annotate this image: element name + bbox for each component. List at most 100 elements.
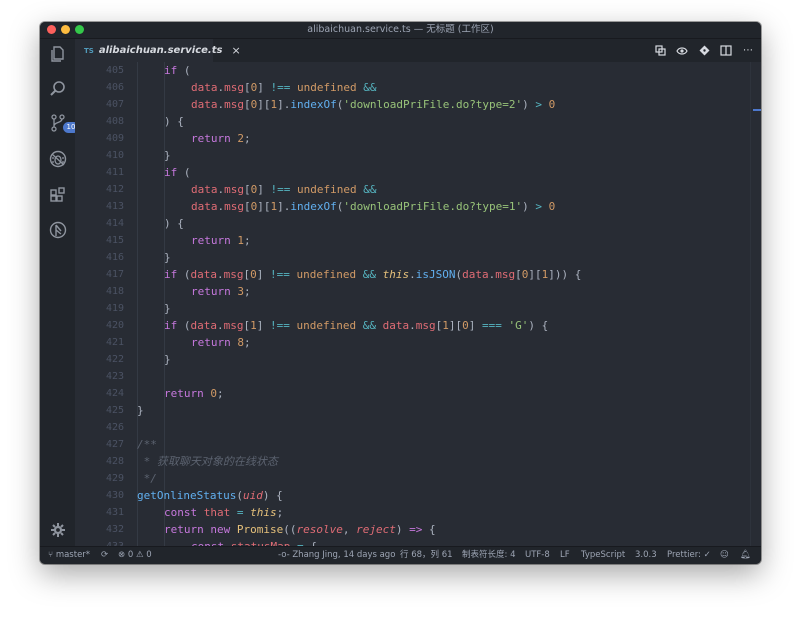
line-number: 405	[105, 65, 124, 76]
code-line-410: }	[164, 149, 171, 162]
gitlens-icon[interactable]	[48, 220, 68, 240]
code-line-418: return 3;	[191, 285, 251, 298]
line-number: 414	[105, 218, 124, 229]
preview-icon[interactable]	[675, 44, 689, 58]
line-number: 427	[105, 439, 124, 450]
problems-indicator[interactable]: ⊗ 0 ⚠ 0	[118, 547, 152, 564]
code-line-412: data.msg[0] !== undefined &&	[191, 183, 377, 196]
extensions-icon[interactable]	[48, 185, 68, 205]
code-line-419: }	[164, 302, 171, 315]
line-number: 428	[105, 456, 124, 467]
code-line-411: if (	[164, 166, 191, 179]
tab-size[interactable]: 制表符长度: 4	[462, 547, 515, 564]
more-icon[interactable]: ⋯	[741, 44, 755, 58]
tab-close-icon[interactable]: ×	[231, 44, 240, 57]
typescript-version[interactable]: 3.0.3	[635, 547, 657, 564]
blame-text: Zhang Jing, 14 days ago	[292, 550, 396, 560]
line-number: 418	[105, 286, 124, 297]
status-bar: ⑂ master* ⟳ ⊗ 0 ⚠ 0 -o- Zhang Jing, 14 d…	[40, 546, 761, 564]
language-mode[interactable]: TypeScript	[581, 547, 625, 564]
branch-indicator[interactable]: ⑂ master*	[48, 547, 90, 564]
line-number: 412	[105, 184, 124, 195]
line-number: 413	[105, 201, 124, 212]
branch-name: master*	[55, 550, 91, 560]
code-line-406: data.msg[0] !== undefined &&	[191, 81, 377, 94]
code-line-427: /**	[137, 438, 157, 451]
line-number: 409	[105, 133, 124, 144]
warning-icon: ⚠	[135, 550, 144, 560]
line-number: 425	[105, 405, 124, 416]
code-line-431: const that = this;	[164, 506, 284, 519]
editor-window: alibaichuan.service.ts — 无标题 (工作区) 10 TS…	[40, 22, 761, 564]
line-number: 417	[105, 269, 124, 280]
branch-icon: ⑂	[48, 550, 54, 560]
line-number: 416	[105, 252, 124, 263]
typescript-file-icon: TS	[84, 46, 94, 55]
code-line-430: getOnlineStatus(uid) {	[137, 489, 283, 502]
cursor-position[interactable]: 行 68，列 61	[400, 547, 453, 564]
encoding[interactable]: UTF-8	[525, 547, 550, 564]
search-icon[interactable]	[48, 79, 68, 99]
title-bar: alibaichuan.service.ts — 无标题 (工作区)	[40, 22, 761, 39]
code-line-428: * 获取聊天对象的在线状态	[137, 455, 278, 468]
line-number: 408	[105, 116, 124, 127]
line-number: 406	[105, 82, 124, 93]
line-number: 421	[105, 337, 124, 348]
code-line-421: return 8;	[191, 336, 251, 349]
line-number: 420	[105, 320, 124, 331]
code-area[interactable]: if ( data.msg[0] !== undefined && data.m…	[137, 62, 749, 547]
tab-filename: alibaichuan.service.ts	[98, 45, 223, 56]
settings-icon[interactable]	[48, 520, 68, 540]
line-number: 423	[105, 371, 124, 382]
editor-tab[interactable]: TS alibaichuan.service.ts ×	[75, 39, 241, 62]
code-line-420: if (data.msg[1] !== undefined && data.ms…	[164, 319, 549, 332]
bell-icon[interactable]: 🔔︎	[740, 547, 751, 564]
error-count: 0	[127, 550, 134, 560]
line-number-gutter: 405 406 407 408 409 410 411 412 413 414 415 416 417 4…	[75, 62, 124, 547]
code-line-425: }	[137, 404, 144, 417]
tab-bar: TS alibaichuan.service.ts × ⋯	[75, 39, 761, 62]
code-line-422: }	[164, 353, 171, 366]
smiley-icon[interactable]: ☺	[720, 547, 729, 564]
line-number: 424	[105, 388, 124, 399]
sync-icon[interactable]: ⟳	[101, 547, 108, 564]
line-number: 430	[105, 490, 124, 501]
line-number: 422	[105, 354, 124, 365]
code-line-405: if (	[164, 64, 191, 77]
code-line-408: ) {	[164, 115, 184, 128]
line-number: 432	[105, 524, 124, 535]
explorer-icon[interactable]	[48, 44, 68, 64]
overview-ruler[interactable]	[750, 62, 761, 547]
source-control-icon[interactable]: 10	[48, 113, 79, 133]
code-line-432: return new Promise((resolve, reject) => …	[164, 523, 436, 536]
line-number: 407	[105, 99, 124, 110]
line-ending[interactable]: LF	[560, 547, 570, 564]
compare-icon[interactable]	[653, 44, 667, 58]
window-title: alibaichuan.service.ts — 无标题 (工作区)	[307, 24, 494, 35]
line-number: 415	[105, 235, 124, 246]
commit-icon: -o-	[278, 550, 290, 560]
blame-indicator[interactable]: -o- Zhang Jing, 14 days ago	[278, 547, 395, 564]
debug-icon[interactable]	[48, 149, 68, 169]
line-number: 426	[105, 422, 124, 433]
line-number: 411	[105, 167, 124, 178]
overview-cursor-marker	[753, 109, 761, 111]
code-line-416: }	[164, 251, 171, 264]
editor-actions: ⋯	[653, 39, 755, 62]
code-line-414: ) {	[164, 217, 184, 230]
code-line-429: */	[137, 472, 157, 485]
line-number: 429	[105, 473, 124, 484]
code-line-417: if (data.msg[0] !== undefined && this.is…	[164, 268, 582, 281]
line-number: 419	[105, 303, 124, 314]
line-number: 431	[105, 507, 124, 518]
code-editor[interactable]: 405 406 407 408 409 410 411 412 413 414 415 416 417 4…	[75, 62, 761, 547]
split-editor-icon[interactable]	[719, 44, 733, 58]
code-line-409: return 2;	[191, 132, 251, 145]
code-line-415: return 1;	[191, 234, 251, 247]
line-number: 410	[105, 150, 124, 161]
prettier-status[interactable]: Prettier: ✓	[667, 547, 711, 564]
activity-bar: 10	[40, 39, 79, 547]
git-icon[interactable]	[697, 44, 711, 58]
warning-count: 0	[146, 550, 152, 560]
code-line-424: return 0;	[164, 387, 224, 400]
